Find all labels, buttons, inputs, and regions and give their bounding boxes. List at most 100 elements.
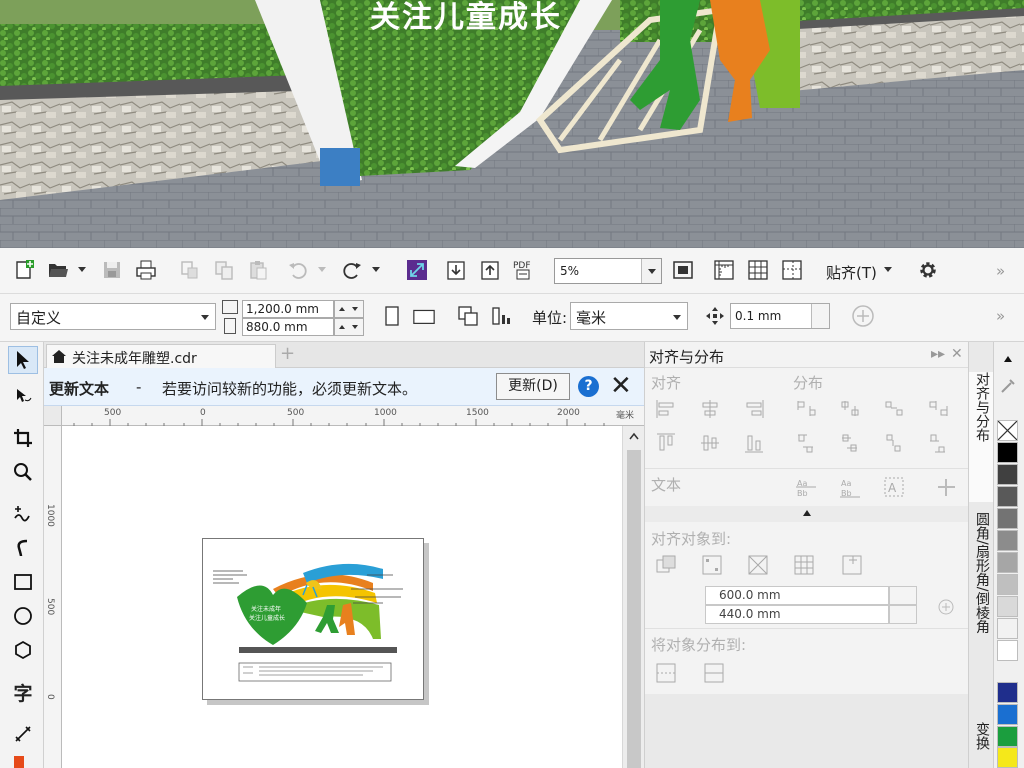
color-swatch[interactable] xyxy=(997,640,1018,661)
update-text-button[interactable]: 更新(D) xyxy=(496,373,570,400)
publish-pdf-icon[interactable]: PDF xyxy=(512,258,536,282)
align-to-active-object-icon[interactable] xyxy=(655,554,677,576)
horizontal-ruler[interactable]: 500 0 500 1000 1500 2000 毫米 xyxy=(44,406,644,426)
add-preset-icon[interactable] xyxy=(851,304,875,328)
color-swatch[interactable] xyxy=(997,508,1018,529)
export-icon[interactable] xyxy=(478,258,502,282)
show-guidelines-icon[interactable] xyxy=(780,258,804,282)
new-document-icon[interactable] xyxy=(12,258,36,282)
full-screen-preview-icon[interactable] xyxy=(671,258,695,282)
home-icon[interactable] xyxy=(51,349,67,364)
distribute-to-selection-icon[interactable] xyxy=(655,662,677,684)
paste-icon[interactable] xyxy=(246,258,270,282)
align-left-icon[interactable] xyxy=(655,398,677,420)
scroll-thumb[interactable] xyxy=(627,450,641,768)
pick-tool-icon[interactable] xyxy=(8,346,38,374)
open-folder-icon[interactable] xyxy=(46,258,70,282)
pick-point-icon[interactable] xyxy=(935,596,957,618)
color-swatch[interactable] xyxy=(997,464,1018,485)
align-bottom-icon[interactable] xyxy=(743,432,765,454)
close-icon[interactable]: ✕ xyxy=(610,372,632,400)
canvas-vertical-scrollbar[interactable] xyxy=(622,426,644,768)
artistic-media-tool-icon[interactable] xyxy=(8,534,38,562)
zoom-tool-icon[interactable] xyxy=(8,458,38,486)
align-to-page-edge-icon[interactable] xyxy=(701,554,723,576)
undo-icon[interactable] xyxy=(286,258,310,282)
all-pages-icon[interactable] xyxy=(456,304,480,328)
color-swatch[interactable] xyxy=(997,704,1018,725)
help-icon[interactable]: ? xyxy=(578,376,599,397)
page-height-field[interactable]: 880.0 mm xyxy=(242,318,334,336)
align-horizontal-center-icon[interactable] xyxy=(699,398,721,420)
open-dropdown-arrow-icon[interactable] xyxy=(78,267,86,272)
align-vertical-center-icon[interactable] xyxy=(699,432,721,454)
text-align-last-line-icon[interactable]: AaBb xyxy=(839,476,861,498)
eyedropper-icon[interactable] xyxy=(998,376,1018,396)
color-swatch[interactable] xyxy=(997,747,1018,768)
property-bar-overflow-icon[interactable]: » xyxy=(996,307,1005,325)
color-swatch[interactable] xyxy=(997,574,1018,595)
distribute-bottom-icon[interactable] xyxy=(927,432,949,454)
align-to-specified-point-icon[interactable] xyxy=(841,554,863,576)
portrait-icon[interactable] xyxy=(380,304,404,328)
align-to-grid-icon[interactable] xyxy=(793,554,815,576)
color-swatch[interactable] xyxy=(997,530,1018,551)
freehand-tool-icon[interactable] xyxy=(8,500,38,528)
page-height-stepper[interactable] xyxy=(334,318,364,336)
save-icon[interactable] xyxy=(100,258,124,282)
shape-tool-icon[interactable] xyxy=(8,382,38,410)
rectangle-tool-icon[interactable] xyxy=(8,568,38,596)
cut-icon[interactable] xyxy=(178,258,202,282)
landscape-icon[interactable] xyxy=(412,304,436,328)
x-coordinate-stepper[interactable] xyxy=(889,586,917,605)
ellipse-tool-icon[interactable] xyxy=(8,602,38,630)
interactive-fill-tool-icon[interactable] xyxy=(14,756,24,768)
zoom-dropdown-arrow-icon[interactable] xyxy=(641,259,661,283)
text-align-first-line-icon[interactable]: AaBb xyxy=(795,476,817,498)
text-tool-icon[interactable]: 字 xyxy=(8,678,38,706)
docker-collapse-icon[interactable]: ▸▸ xyxy=(931,346,945,362)
distribute-left-icon[interactable] xyxy=(795,398,817,420)
page-width-field[interactable]: 1,200.0 mm xyxy=(242,300,334,318)
tab-align-distribute[interactable]: 对齐与分布 xyxy=(969,372,994,502)
snap-to-menu[interactable]: 贴齐(T) xyxy=(826,262,877,283)
expand-section-icon[interactable] xyxy=(803,510,811,516)
current-page-icon[interactable] xyxy=(490,304,514,328)
show-rulers-icon[interactable] xyxy=(712,258,736,282)
distribute-center-icon[interactable] xyxy=(839,398,861,420)
crop-tool-icon[interactable] xyxy=(8,424,38,452)
drawing-canvas[interactable]: 关注未成年 关注儿童成长 xyxy=(62,426,622,768)
sculpture-artwork[interactable]: 关注未成年 关注儿童成长 xyxy=(203,539,425,701)
tab-transform[interactable]: 变换 xyxy=(969,722,994,768)
page-width-stepper[interactable] xyxy=(334,300,364,318)
gear-icon[interactable] xyxy=(916,258,940,282)
distribute-middle-icon[interactable] xyxy=(839,432,861,454)
zoom-level-select[interactable]: 5% xyxy=(554,258,662,284)
import-icon[interactable] xyxy=(444,258,468,282)
distribute-spacing-vertical-icon[interactable] xyxy=(883,432,905,454)
nudge-distance-field[interactable]: 0.1 mm xyxy=(730,303,830,329)
copy-icon[interactable] xyxy=(212,258,236,282)
text-outline-icon[interactable] xyxy=(935,476,957,498)
new-tab-button[interactable]: + xyxy=(280,344,295,364)
align-right-icon[interactable] xyxy=(743,398,765,420)
color-swatch[interactable] xyxy=(997,552,1018,573)
distribute-top-icon[interactable] xyxy=(795,432,817,454)
color-swatch[interactable] xyxy=(997,682,1018,703)
scroll-up-icon[interactable] xyxy=(629,432,639,440)
search-content-icon[interactable] xyxy=(405,258,429,282)
polygon-tool-icon[interactable] xyxy=(8,636,38,664)
color-swatch[interactable] xyxy=(997,596,1018,617)
dimension-tool-icon[interactable] xyxy=(8,720,38,748)
distribute-right-icon[interactable] xyxy=(927,398,949,420)
color-swatch[interactable] xyxy=(997,726,1018,747)
vertical-ruler[interactable]: 1000 500 0 xyxy=(44,426,62,768)
y-coordinate-field[interactable]: 440.0 mm xyxy=(705,605,889,624)
align-to-page-center-icon[interactable] xyxy=(747,554,769,576)
tab-fillet-scallop-chamfer[interactable]: 圆角/扇形角/倒棱角 xyxy=(969,512,994,712)
redo-icon[interactable] xyxy=(340,258,364,282)
distribute-spacing-horizontal-icon[interactable] xyxy=(883,398,905,420)
snap-dropdown-arrow-icon[interactable] xyxy=(884,267,892,272)
ruler-origin-corner[interactable] xyxy=(44,406,62,426)
y-coordinate-stepper[interactable] xyxy=(889,605,917,624)
